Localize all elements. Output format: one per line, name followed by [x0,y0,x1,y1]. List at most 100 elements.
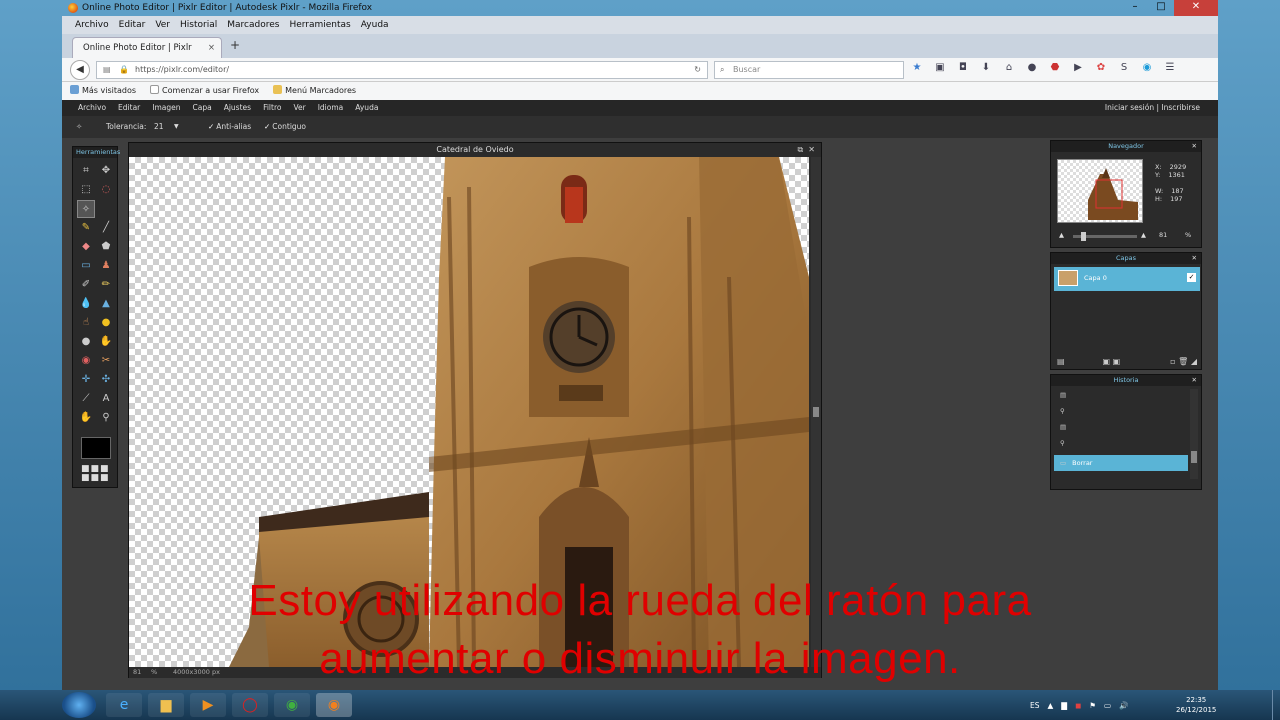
tab-close-icon[interactable]: × [208,38,215,58]
eraser-tool-icon[interactable]: ◆ [77,238,95,256]
menu-herramientas[interactable]: Herramientas [284,16,355,34]
tolerance-input[interactable]: 21 [154,116,164,138]
red-eye-tool-icon[interactable]: ◉ [77,352,95,370]
history-item[interactable]: ⚲ [1054,403,1188,419]
hand-tool-icon[interactable]: ✋ [77,409,95,427]
new-layer-icon[interactable]: ▫ [1170,357,1175,366]
show-desktop-button[interactable] [1272,690,1280,720]
history-item[interactable]: ▤ [1054,419,1188,435]
delete-layer-icon[interactable]: 🗑 [1178,357,1188,366]
addon-icon[interactable]: ✿ [1094,62,1108,73]
bookmark-menu[interactable]: Menú Marcadores [273,82,356,100]
bookmark-getting-started[interactable]: Comenzar a usar Firefox [150,82,259,100]
explorer-icon[interactable]: ▆ [148,693,184,717]
menu-ayuda[interactable]: Ayuda [356,16,394,34]
close-icon[interactable]: ✕ [1192,375,1197,386]
history-item[interactable]: ▤ [1054,387,1188,403]
layer-row[interactable]: Capa 0 ✓ [1054,267,1200,291]
bookmark-star-icon[interactable]: ★ [910,62,924,73]
bloat-tool-icon[interactable]: ✛ [77,371,95,389]
skype-icon[interactable]: ◉ [1140,62,1154,73]
youtube-icon[interactable]: ▶ [1071,62,1085,73]
dodge-tool-icon[interactable]: ● [77,333,95,351]
show-hidden-icon[interactable]: ▲ [1048,701,1054,710]
media-player-icon[interactable]: ▶ [190,693,226,717]
layer-style-icon[interactable]: ▣ [1113,357,1121,366]
window-titlebar[interactable]: Online Photo Editor | Pixlr Editor | Aut… [62,0,1218,16]
bucket-tool-icon[interactable]: ⬟ [97,238,115,256]
volume-icon[interactable]: 🔊 [1119,701,1128,710]
ie-icon[interactable]: e [106,693,142,717]
resize-handle-icon[interactable]: ◢ [1191,357,1197,366]
layer-mask-icon[interactable]: ▣ [1103,357,1111,366]
antialias-checkbox[interactable]: ✓ Anti-alias [208,116,251,138]
image-window-header[interactable]: Catedral de Oviedo ⧉ ✕ [129,143,821,157]
menu-marcadores[interactable]: Marcadores [222,16,284,34]
maximize-button[interactable]: □ [1148,0,1174,16]
taskbar-clock[interactable]: 22:35 26/12/2015 [1176,695,1216,715]
pixlr-menu-imagen[interactable]: Imagen [146,100,186,116]
pencil-tool-icon[interactable]: ✎ [77,219,95,237]
pixlr-menu-ver[interactable]: Ver [287,100,311,116]
type-tool-icon[interactable]: A [97,390,115,408]
pixlr-menu-ayuda[interactable]: Ayuda [349,100,384,116]
history-item[interactable]: ⚲ [1054,435,1188,451]
menu-editar[interactable]: Editar [114,16,151,34]
history-item-active[interactable]: ▭ Borrar [1054,455,1188,471]
menu-ver[interactable]: Ver [150,16,175,34]
scroll-thumb[interactable] [813,407,819,417]
close-icon[interactable]: ✕ [1192,253,1197,264]
pinch-tool-icon[interactable]: ✣ [97,371,115,389]
search-input[interactable]: ⌕ Buscar [714,61,904,79]
start-button[interactable] [62,692,96,718]
antivirus-icon[interactable]: ◼ [1075,701,1081,710]
contiguous-checkbox[interactable]: ✓ Contiguo [264,116,306,138]
menu-archivo[interactable]: Archivo [70,16,114,34]
pixlr-menu-filtro[interactable]: Filtro [257,100,287,116]
flag-icon[interactable]: ⚑ [1089,701,1096,710]
language-indicator[interactable]: ES [1030,701,1040,710]
lasso-tool-icon[interactable]: ◌ [97,181,115,199]
color-swatch[interactable] [81,437,111,459]
brush-tool-icon[interactable]: ╱ [97,219,115,237]
auth-links[interactable]: Iniciar sesión | Inscribirse [1105,100,1200,116]
gradient-tool-icon[interactable]: ▭ [77,257,95,275]
pixlr-menu-archivo[interactable]: Archivo [72,100,112,116]
adblock-icon[interactable]: ⬣ [1048,62,1062,73]
tolerance-dropdown-icon[interactable]: ▼ [174,116,179,138]
chrome-icon[interactable]: ◉ [274,693,310,717]
magic-wand-tool-icon[interactable]: ✧ [77,200,95,218]
close-button[interactable]: ✕ [1174,0,1218,16]
reload-icon[interactable]: ↻ [694,62,701,78]
marquee-tool-icon[interactable]: ⬚ [77,181,95,199]
sharpen-tool-icon[interactable]: ▲ [97,295,115,313]
bookmark-most-visited[interactable]: Más visitados [70,82,136,100]
close-icon[interactable]: ✕ [1192,141,1197,152]
minimize-button[interactable]: – [1122,0,1148,16]
smudge-tool-icon[interactable]: ☝ [77,314,95,332]
url-bar[interactable]: ▤ 🔒 https://pixlr.com/editor/ ↻ [96,61,708,79]
display-icon[interactable]: ▭ [1104,701,1111,710]
color-picker-icon[interactable]: ⟋ [77,390,95,408]
back-button[interactable]: ◀ [70,60,90,80]
burn-tool-icon[interactable]: ✋ [97,333,115,351]
pixlr-menu-ajustes[interactable]: Ajustes [218,100,257,116]
home-icon[interactable]: ⌂ [1002,62,1016,73]
menu-historial[interactable]: Historial [175,16,222,34]
pixlr-menu-capa[interactable]: Capa [187,100,218,116]
history-scrollbar[interactable] [1190,389,1198,479]
opera-icon[interactable]: ◯ [232,693,268,717]
restore-icon[interactable]: ⧉ [797,145,803,154]
firefox-taskbar-icon[interactable]: ◉ [316,693,352,717]
move-tool-icon[interactable]: ✥ [97,162,115,180]
layer-visibility-checkbox[interactable]: ✓ [1187,273,1196,282]
spot-heal-tool-icon[interactable]: ✂ [97,352,115,370]
tab-pixlr[interactable]: Online Photo Editor | Pixlr Edito... × [72,37,222,73]
zoom-slider[interactable] [1073,232,1137,241]
crop-tool-icon[interactable]: ⌗ [77,162,95,180]
zoom-out-icon[interactable]: ▲ [1059,231,1064,239]
network-icon[interactable]: ▇ [1061,701,1067,710]
navigator-thumbnail[interactable] [1057,159,1143,223]
layer-settings-icon[interactable]: ▤ [1057,357,1065,366]
skype-s-icon[interactable]: S [1117,62,1131,73]
